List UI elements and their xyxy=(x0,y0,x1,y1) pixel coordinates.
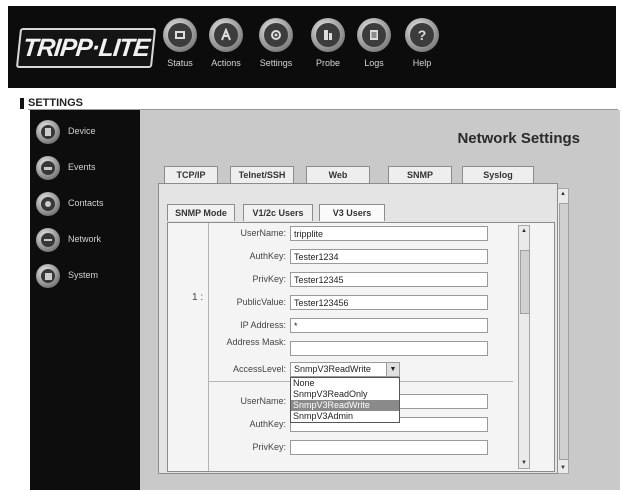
access-level-value: SnmpV3ReadWrite xyxy=(294,364,371,374)
username-label: UserName: xyxy=(240,228,286,238)
outer-scrollbar[interactable]: ▲ ▼ xyxy=(557,188,569,474)
nav-help-button[interactable]: ? Help xyxy=(400,18,444,82)
user-row-index: 1 : xyxy=(192,292,204,303)
access-level-option-none[interactable]: None xyxy=(291,378,399,389)
access-level-option-readonly[interactable]: SnmpV3ReadOnly xyxy=(291,389,399,400)
sidebar-item-contacts[interactable]: Contacts xyxy=(36,192,136,218)
tab-telnet-ssh[interactable]: Telnet/SSH xyxy=(230,166,294,183)
snmp-panel: SNMP Mode V1/2c Users V3 Users 1 : UserN… xyxy=(158,183,558,474)
privkey-label: PrivKey: xyxy=(252,442,286,452)
nav-probe-button[interactable]: Probe xyxy=(306,18,350,82)
outer-scrollbar-thumb[interactable] xyxy=(559,203,569,460)
subtab-snmp-mode[interactable]: SNMP Mode xyxy=(167,204,235,221)
subtab-v3-users[interactable]: V3 Users xyxy=(319,204,385,221)
sidebar-item-label: Network xyxy=(68,234,102,244)
content-area: Network Settings TCP/IP Telnet/SSH Web S… xyxy=(140,110,620,490)
authkey-label: AuthKey: xyxy=(249,419,286,429)
nav-actions-button[interactable]: Actions xyxy=(204,18,248,82)
nav-logs-button[interactable]: Logs xyxy=(352,18,396,82)
settings-header-marker xyxy=(20,98,24,109)
ip-address-field[interactable]: * xyxy=(290,318,488,333)
username-field[interactable]: tripplite xyxy=(290,226,488,241)
settings-icon xyxy=(264,23,288,47)
sidebar-item-label: Device xyxy=(68,126,96,136)
sidebar-item-label: Events xyxy=(68,162,96,172)
logs-icon xyxy=(362,23,386,47)
publicvalue-field[interactable]: Tester123456 xyxy=(290,295,488,310)
authkey-label: AuthKey: xyxy=(249,251,286,261)
inner-scrollbar[interactable]: ▲ ▼ xyxy=(518,225,530,469)
contacts-icon xyxy=(41,197,55,211)
page-title: Network Settings xyxy=(457,130,580,147)
help-icon: ? xyxy=(410,23,434,47)
system-icon xyxy=(41,269,55,283)
probe-icon xyxy=(316,23,340,47)
network-icon xyxy=(41,233,55,247)
tab-snmp[interactable]: SNMP xyxy=(388,166,452,183)
publicvalue-label: PublicValue: xyxy=(236,297,286,307)
scroll-down-arrow-icon[interactable]: ▼ xyxy=(558,463,568,473)
privkey-field-2[interactable] xyxy=(290,440,488,455)
tab-tcpip[interactable]: TCP/IP xyxy=(164,166,218,183)
scroll-down-arrow-icon[interactable]: ▼ xyxy=(519,458,529,468)
nav-settings-button[interactable]: Settings xyxy=(254,18,298,82)
device-icon xyxy=(41,125,55,139)
chevron-down-icon[interactable]: ▼ xyxy=(386,363,399,376)
username-label: UserName: xyxy=(240,396,286,406)
sidebar-item-events[interactable]: Events xyxy=(36,156,136,182)
v3-users-form: 1 : UserName: tripplite AuthKey: Tester1… xyxy=(167,222,555,472)
subtab-v1-2c-users[interactable]: V1/2c Users xyxy=(243,204,313,221)
access-level-select[interactable]: SnmpV3ReadWrite ▼ xyxy=(290,362,400,377)
settings-header: SETTINGS xyxy=(20,97,620,110)
settings-header-text: SETTINGS xyxy=(28,97,84,109)
address-mask-field[interactable] xyxy=(290,341,488,356)
nav-probe-label: Probe xyxy=(315,58,341,68)
authkey-field[interactable]: Tester1234 xyxy=(290,249,488,264)
sidebar-item-label: System xyxy=(68,270,99,280)
tripp-lite-logo: TRIPP·LITE xyxy=(15,28,157,68)
nav-actions-label: Actions xyxy=(211,58,241,68)
scroll-up-arrow-icon[interactable]: ▲ xyxy=(519,226,529,236)
ip-address-label: IP Address: xyxy=(240,320,286,330)
actions-icon xyxy=(214,23,238,47)
address-mask-label: Address Mask: xyxy=(226,337,286,347)
events-icon xyxy=(41,161,55,175)
access-level-option-admin[interactable]: SnmpV3Admin xyxy=(291,411,399,422)
privkey-field[interactable]: Tester12345 xyxy=(290,272,488,287)
status-icon xyxy=(168,23,192,47)
privkey-label: PrivKey: xyxy=(252,274,286,284)
sidebar-item-system[interactable]: System xyxy=(36,264,136,290)
nav-status-label: Status xyxy=(167,58,193,68)
access-level-label: AccessLevel: xyxy=(232,364,286,374)
settings-sidebar: Device Events Contacts Network System xyxy=(30,110,140,490)
tab-syslog[interactable]: Syslog xyxy=(462,166,534,183)
inner-scrollbar-thumb[interactable] xyxy=(520,250,530,314)
form-column-divider xyxy=(208,223,209,471)
sidebar-item-device[interactable]: Device xyxy=(36,120,136,146)
nav-logs-label: Logs xyxy=(364,58,384,68)
nav-settings-label: Settings xyxy=(259,58,293,68)
sidebar-item-label: Contacts xyxy=(68,198,104,208)
top-banner: TRIPP·LITE Status Actions Settings Probe… xyxy=(8,6,616,88)
tab-web[interactable]: Web xyxy=(306,166,370,183)
sidebar-item-network[interactable]: Network xyxy=(36,228,136,254)
access-level-option-readwrite[interactable]: SnmpV3ReadWrite xyxy=(291,400,399,411)
scroll-up-arrow-icon[interactable]: ▲ xyxy=(558,189,568,199)
nav-status-button[interactable]: Status xyxy=(158,18,202,82)
nav-help-label: Help xyxy=(412,58,432,68)
access-level-dropdown: None SnmpV3ReadOnly SnmpV3ReadWrite Snmp… xyxy=(290,377,400,423)
